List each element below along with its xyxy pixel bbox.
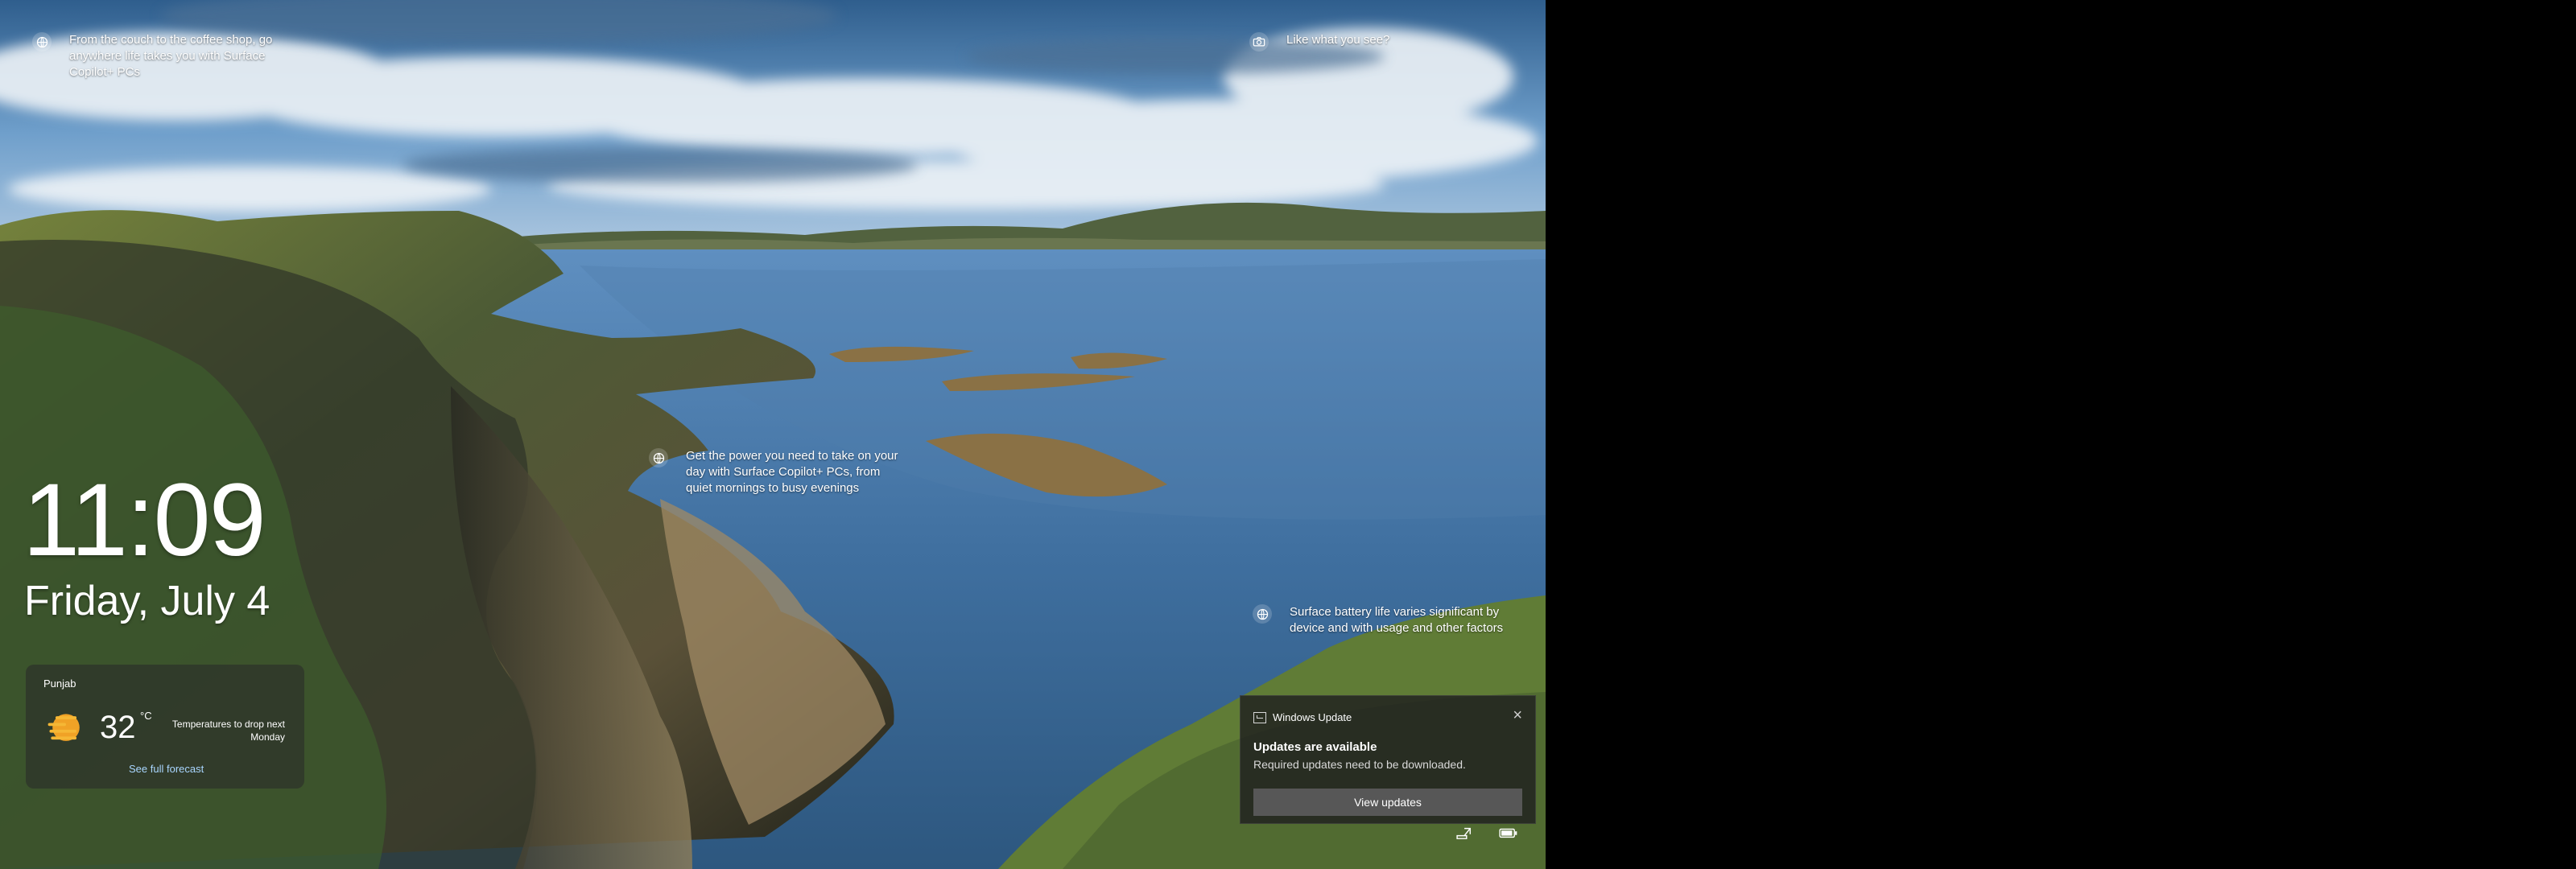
notification-title: Updates are available: [1253, 740, 1377, 754]
windows-update-icon: [1253, 711, 1266, 723]
weather-widget[interactable]: Punjab 32 °C Temperatures to drop next M…: [26, 665, 304, 789]
windows-update-notification[interactable]: Windows Update × Updates are available R…: [1240, 695, 1536, 824]
globe-icon: [32, 32, 52, 51]
hint-text: Get the power you need to take on your d…: [686, 449, 898, 495]
close-icon[interactable]: ×: [1513, 707, 1522, 723]
weather-unit: °C: [140, 710, 152, 722]
lock-screen-time: 11:09: [23, 463, 266, 578]
weather-location: Punjab: [43, 677, 76, 690]
hint-middle[interactable]: Get the power you need to take on your d…: [649, 448, 906, 496]
notification-header: Windows Update: [1253, 711, 1352, 723]
network-icon[interactable]: [1454, 826, 1476, 840]
globe-icon: [1253, 604, 1272, 624]
sun-haze-icon: [47, 714, 80, 741]
notification-body: Required updates need to be downloaded.: [1253, 758, 1466, 771]
weather-temperature: 32: [100, 710, 136, 745]
weather-description: Temperatures to drop next Monday: [171, 719, 285, 743]
hint-text: Like what you see?: [1286, 33, 1390, 47]
hint-text: Surface battery life varies significant …: [1290, 605, 1504, 635]
hint-top-right[interactable]: Like what you see?: [1249, 32, 1459, 51]
see-full-forecast-link[interactable]: See full forecast: [129, 763, 204, 775]
globe-icon: [649, 448, 668, 467]
hint-lower-right[interactable]: Surface battery life varies significant …: [1253, 604, 1526, 636]
lock-screen: From the couch to the coffee shop, go an…: [0, 0, 1546, 869]
camera-icon: [1249, 32, 1269, 51]
view-updates-button[interactable]: View updates: [1253, 789, 1522, 816]
notification-app-name: Windows Update: [1273, 711, 1352, 723]
hint-text: From the couch to the coffee shop, go an…: [69, 33, 273, 79]
secondary-display-black-area: [1546, 0, 2576, 869]
hint-top-left[interactable]: From the couch to the coffee shop, go an…: [32, 32, 290, 80]
lock-screen-date: Friday, July 4: [24, 578, 270, 624]
battery-icon[interactable]: [1497, 826, 1520, 840]
